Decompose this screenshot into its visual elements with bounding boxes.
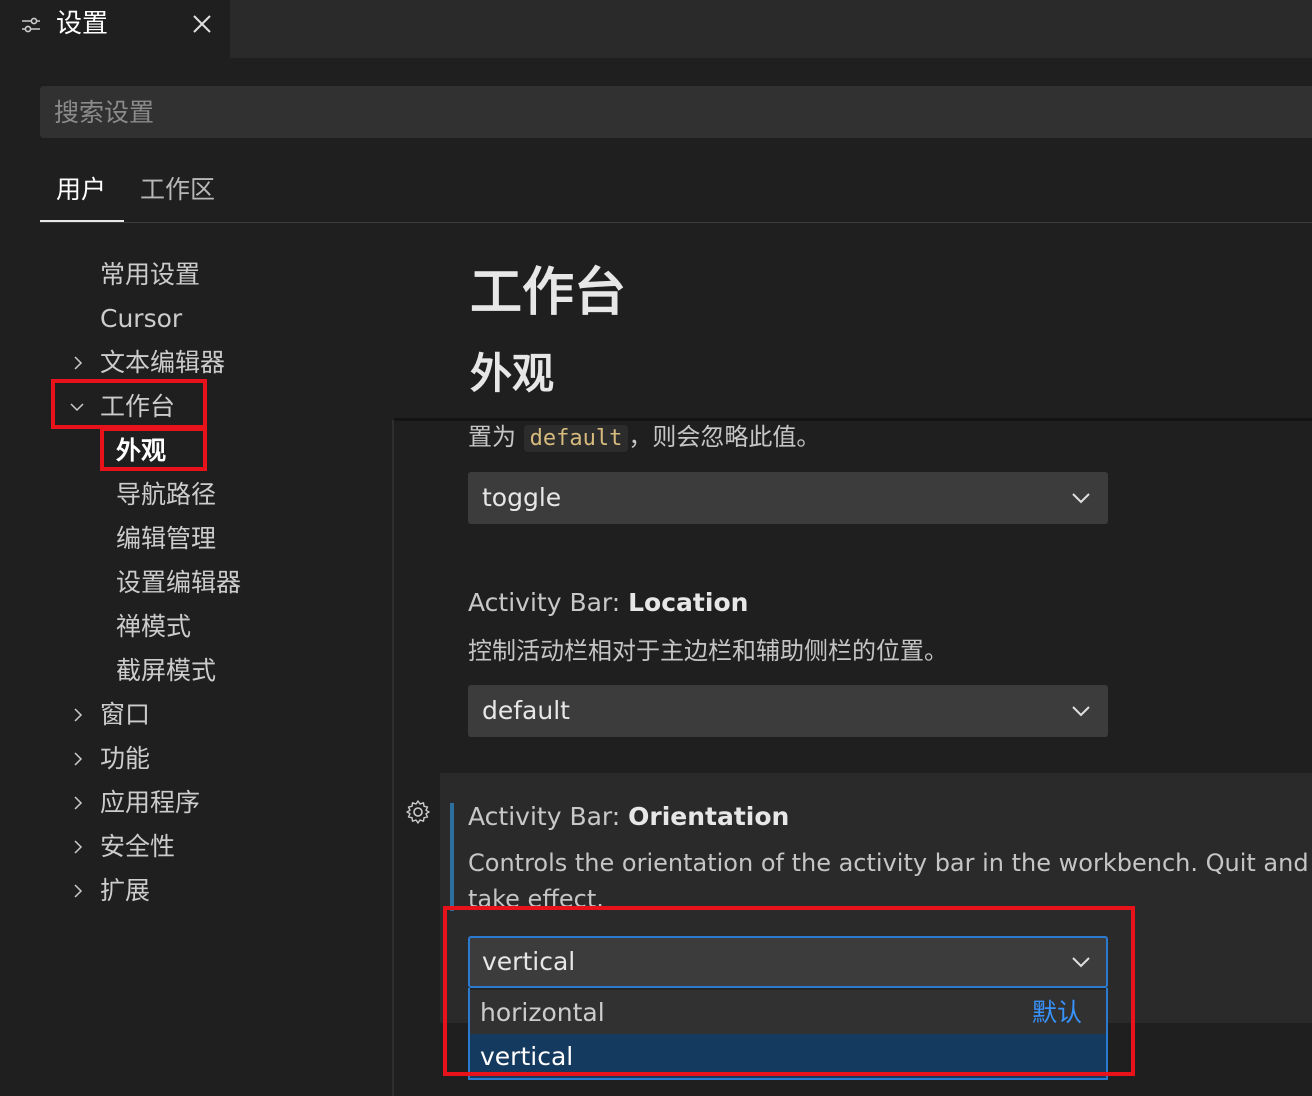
chevron-right-icon[interactable] (70, 883, 86, 899)
location-select[interactable]: default (468, 685, 1108, 737)
chevron-right-icon[interactable] (70, 839, 86, 855)
toc-item-window[interactable]: 窗口 (100, 697, 150, 733)
toc-item-security[interactable]: 安全性 (100, 829, 175, 865)
toc-item-editor-management[interactable]: 编辑管理 (116, 521, 216, 557)
toc-item-text-editor[interactable]: 文本编辑器 (100, 345, 225, 381)
toc-item-zen-mode[interactable]: 禅模式 (116, 609, 191, 645)
setting-name: Orientation (628, 802, 790, 831)
chevron-right-icon[interactable] (70, 751, 86, 767)
focus-indicator (450, 803, 454, 911)
setting-description: 控制活动栏相对于主边栏和辅助侧栏的位置。 (468, 637, 948, 665)
gear-icon[interactable] (404, 798, 432, 826)
toc-divider (392, 420, 394, 1096)
chevron-right-icon[interactable] (70, 355, 86, 371)
desc-prefix: 置为 (468, 423, 516, 451)
setting-description: 置为 default ，则会忽略此值。 (468, 420, 820, 456)
search-input[interactable] (40, 86, 1312, 138)
tab-workspace[interactable]: 工作区 (140, 172, 215, 208)
setting-description-line2: take effect. (468, 885, 604, 906)
select-value: toggle (482, 483, 562, 512)
search-settings-box (40, 86, 1312, 138)
tab-title: 设置 (56, 9, 109, 39)
highlight-box-orientation (443, 906, 1135, 1076)
toc-item-cursor[interactable]: Cursor (100, 301, 182, 337)
subsection-title: 外观 (470, 349, 555, 398)
active-tab-indicator (40, 220, 124, 222)
code-snippet: default (523, 425, 629, 452)
toc-item-screencast-mode[interactable]: 截屏模式 (116, 653, 216, 689)
editor-tab-bar: 设置 (0, 0, 1312, 58)
chevron-right-icon[interactable] (70, 795, 86, 811)
toc-item-features[interactable]: 功能 (100, 741, 150, 777)
prev-setting-select[interactable]: toggle (468, 472, 1108, 524)
setting-category: Activity Bar: (468, 802, 629, 831)
scope-tabs: 用户 工作区 (40, 160, 1312, 223)
settings-sliders-icon (22, 17, 40, 33)
toc-item-extensions[interactable]: 扩展 (100, 873, 150, 909)
highlight-box-appearance (100, 427, 207, 471)
toc-item-application[interactable]: 应用程序 (100, 785, 200, 821)
select-value: default (482, 696, 570, 725)
toc-item-breadcrumbs[interactable]: 导航路径 (116, 477, 216, 513)
setting-description-line1: Controls the orientation of the activity… (468, 849, 1309, 877)
settings-editor: 设置 用户 工作区 常用设置 Cursor 文本编辑器 工作台 外观 导航路径 … (0, 0, 1312, 1096)
setting-name: Location (628, 588, 749, 617)
desc-suffix: ，则会忽略此值。 (628, 423, 821, 451)
toc-item-settings-editor[interactable]: 设置编辑器 (116, 565, 241, 601)
highlight-box-workbench (51, 379, 207, 429)
toc-item-common[interactable]: 常用设置 (100, 257, 200, 293)
setting-title-orientation: Activity Bar: Orientation (468, 799, 789, 835)
settings-tab[interactable]: 设置 (0, 0, 230, 58)
setting-category: Activity Bar: (468, 588, 629, 617)
section-title: 工作台 (470, 263, 627, 323)
close-icon[interactable] (190, 12, 214, 36)
chevron-down-icon (1072, 493, 1090, 504)
chevron-right-icon[interactable] (70, 707, 86, 723)
tab-user[interactable]: 用户 (56, 172, 106, 208)
setting-title-location: Activity Bar: Location (468, 585, 748, 621)
chevron-down-icon (1072, 706, 1090, 717)
